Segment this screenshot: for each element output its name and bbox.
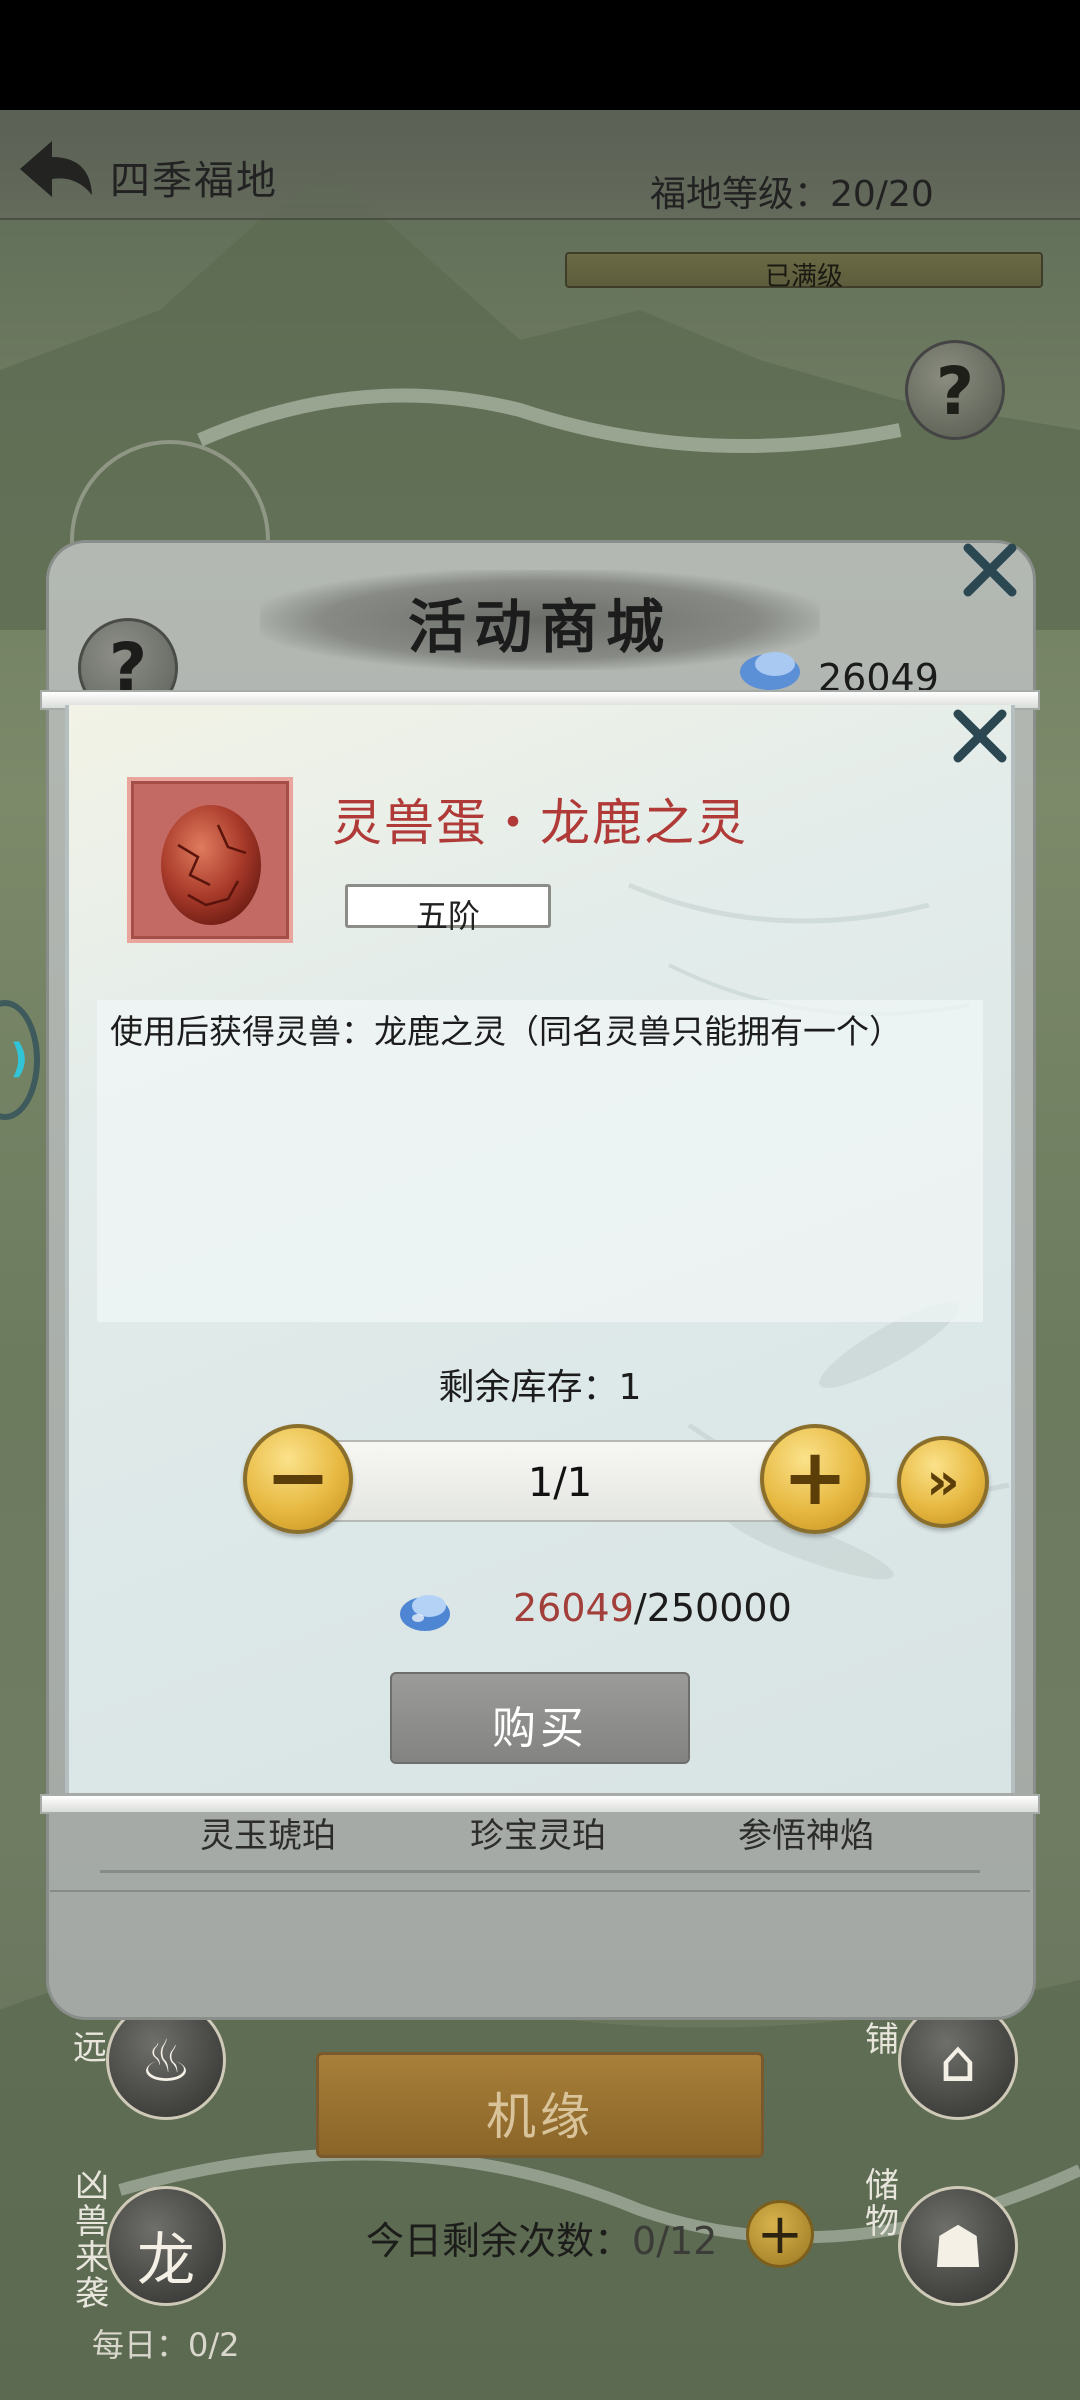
land-level-progress-bar: 已满级	[565, 252, 1043, 292]
remaining-stock: 剩余库存：1	[438, 1367, 642, 1408]
buy-button[interactable]: 购买	[390, 1672, 690, 1764]
status-bar	[0, 0, 1080, 110]
level-status-text: 已满级	[764, 262, 843, 292]
decrease-quantity-button[interactable]: −	[243, 1424, 353, 1534]
side-label-storage: 储物	[865, 2166, 899, 2242]
item-grade-text: 五阶	[415, 897, 480, 935]
back-arrow-icon[interactable]	[10, 135, 100, 205]
item-description: 使用后获得灵兽：龙鹿之灵（同名灵兽只能拥有一个）	[110, 1012, 902, 1051]
shop-divider	[50, 1890, 1030, 1892]
fate-button-label: 机缘	[486, 2088, 594, 2146]
storage-bag-icon[interactable]: ☗	[898, 2186, 1018, 2306]
quantity-value: 1/1	[527, 1460, 593, 1506]
double-chevron-right-icon: »	[926, 1452, 960, 1512]
shop-item-name[interactable]: 参悟神焰	[738, 1808, 874, 1857]
page-title: 四季福地	[110, 158, 278, 204]
daily-count-label: 每日：0/2	[92, 2326, 240, 2364]
beast-icon[interactable]: 龙	[106, 2186, 226, 2306]
owned-currency: 26049	[513, 1586, 634, 1630]
beast-egg-icon	[161, 805, 261, 925]
item-grade-tag: 五阶	[345, 884, 551, 935]
buy-button-label: 购买	[492, 1703, 588, 1754]
today-remaining-label: 今日剩余次数：0/12	[366, 2219, 718, 2263]
land-level-label: 福地等级：20/20	[650, 174, 934, 215]
spirit-jade-icon	[740, 652, 800, 690]
scroll-rod-bottom	[40, 1794, 1040, 1814]
help-button[interactable]: ?	[905, 340, 1005, 440]
shop-item-name[interactable]: 灵玉琥珀	[200, 1808, 336, 1857]
popup-close-icon[interactable]	[950, 706, 1010, 766]
required-currency: /250000	[633, 1586, 792, 1630]
question-icon: ?	[935, 353, 975, 430]
shop-close-icon[interactable]	[960, 540, 1020, 600]
plus-icon: +	[782, 1433, 848, 1523]
max-quantity-button[interactable]: »	[897, 1436, 989, 1528]
fate-button[interactable]: 机缘	[316, 2052, 764, 2158]
shop-item-name[interactable]: 珍宝灵珀	[470, 1808, 606, 1857]
increase-quantity-button[interactable]: +	[760, 1424, 870, 1534]
shop-divider	[100, 1870, 980, 1873]
price-label: 26049/250000	[513, 1586, 792, 1630]
minus-icon: −	[265, 1433, 331, 1523]
item-name: 灵兽蛋・龙鹿之灵	[332, 794, 748, 852]
add-attempts-button[interactable]: +	[746, 2200, 814, 2268]
spirit-jade-icon	[400, 1595, 450, 1631]
